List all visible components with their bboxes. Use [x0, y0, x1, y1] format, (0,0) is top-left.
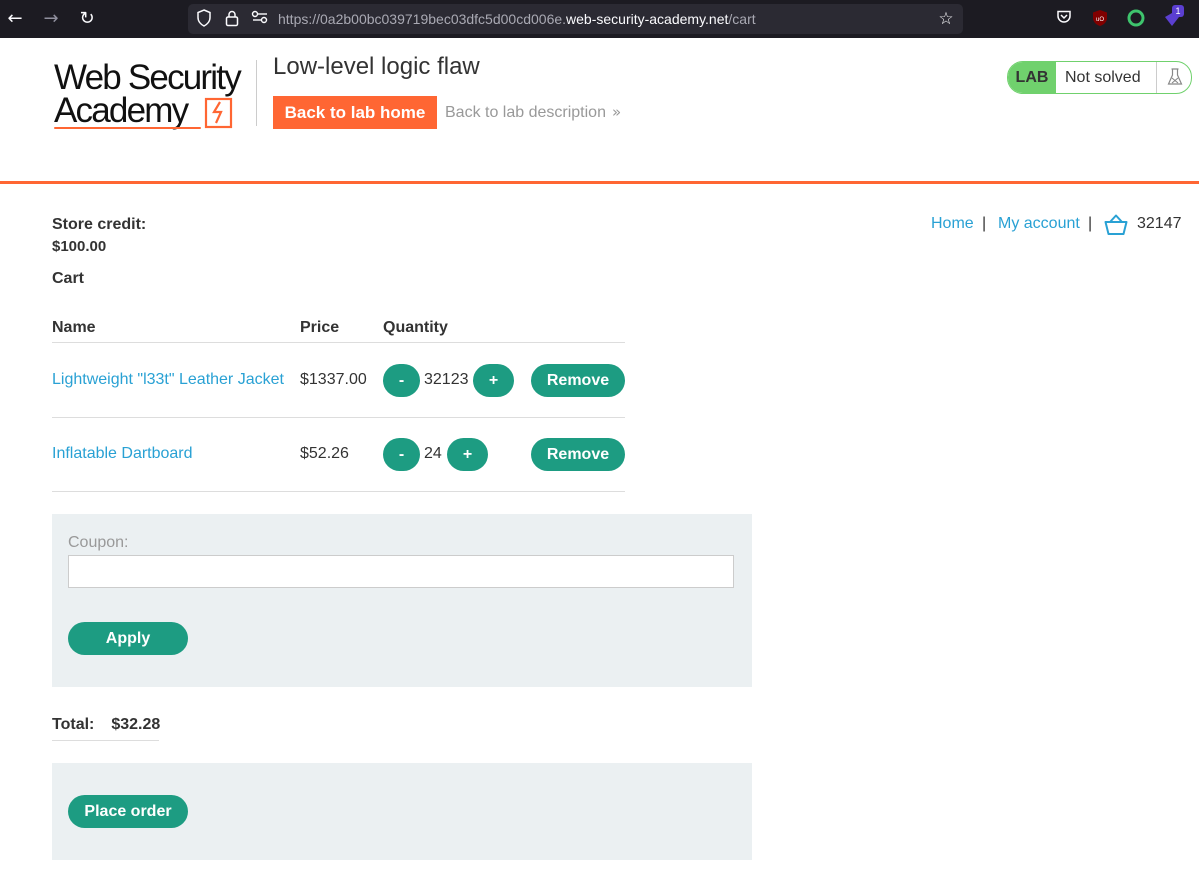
total-value: $32.28 — [111, 716, 161, 733]
apply-coupon-button[interactable]: Apply — [68, 622, 188, 655]
url-path: /cart — [728, 11, 756, 27]
product-price: $1337.00 — [300, 371, 367, 388]
cart-icon[interactable] — [1104, 214, 1128, 236]
lock-icon[interactable] — [222, 9, 242, 29]
nav-separator: | — [1088, 215, 1093, 232]
browser-toolbar: ← → ↻ https://0a2b00bc039719bec03dfc5d00… — [0, 0, 1199, 38]
home-link[interactable]: Home — [931, 215, 974, 233]
my-account-link[interactable]: My account — [998, 215, 1080, 233]
coupon-label: Coupon: — [68, 534, 129, 551]
logo-flame-icon — [204, 97, 233, 129]
table-divider — [52, 417, 625, 418]
extension-puzzle-icon[interactable]: 1 — [1162, 5, 1184, 29]
nav-separator: | — [982, 215, 987, 232]
lab-status-widget: LAB Not solved — [1007, 61, 1192, 94]
product-quantity: 32123 — [424, 371, 469, 388]
academy-logo[interactable]: Web Security Academy — [54, 58, 254, 133]
product-price: $52.26 — [300, 445, 349, 462]
url-domain: web-security-academy.net — [566, 11, 729, 27]
lab-badge: LAB — [1008, 62, 1056, 93]
store-credit-value: $100.00 — [52, 238, 107, 255]
table-header-price: Price — [300, 319, 340, 336]
url-text[interactable]: https://0a2b00bc039719bec03dfc5d00cd006e… — [278, 11, 756, 27]
total-label: Total: — [52, 716, 95, 733]
shield-icon[interactable] — [194, 9, 214, 29]
remove-item-button[interactable]: Remove — [531, 364, 625, 397]
forward-arrow-icon[interactable]: → — [41, 9, 61, 29]
logo-underline — [54, 127, 201, 129]
back-to-lab-home-button[interactable]: Back to lab home — [273, 96, 437, 129]
logo-line2: Academy — [54, 91, 189, 130]
checkout-form: Place order — [52, 763, 752, 860]
decrease-quantity-button[interactable]: - — [383, 364, 420, 397]
svg-text:uO: uO — [1096, 17, 1104, 23]
extension-badge: 1 — [1172, 5, 1184, 17]
url-prefix: https://0a2b00bc039719bec03dfc5d00cd006e… — [278, 11, 567, 27]
flask-icon — [1156, 62, 1191, 93]
remove-item-button[interactable]: Remove — [531, 438, 625, 471]
increase-quantity-button[interactable]: + — [447, 438, 488, 471]
permissions-icon[interactable] — [250, 9, 270, 29]
coupon-input[interactable] — [68, 555, 734, 588]
product-quantity: 24 — [424, 445, 442, 462]
lab-status-text: Not solved — [1065, 69, 1141, 86]
lab-title: Low-level logic flaw — [273, 53, 480, 80]
double-chevron-icon: » — [611, 103, 622, 121]
place-order-button[interactable]: Place order — [68, 795, 188, 828]
back-arrow-icon[interactable]: ← — [5, 9, 25, 29]
header-divider — [256, 60, 257, 126]
decrease-quantity-button[interactable]: - — [383, 438, 420, 471]
total-divider — [52, 740, 159, 741]
star-icon[interactable]: ☆ — [936, 9, 956, 29]
back-to-lab-description-label: Back to lab description — [445, 104, 606, 121]
back-to-lab-description-link[interactable]: Back to lab description » — [445, 103, 621, 122]
table-header-quantity: Quantity — [383, 319, 448, 336]
reload-icon[interactable]: ↻ — [77, 9, 97, 29]
cart-total: Total: $32.28 — [52, 716, 160, 734]
address-bar[interactable]: https://0a2b00bc039719bec03dfc5d00cd006e… — [188, 4, 963, 34]
increase-quantity-button[interactable]: + — [473, 364, 514, 397]
product-name-link[interactable]: Inflatable Dartboard — [52, 445, 193, 463]
ublock-icon[interactable]: uO — [1090, 9, 1110, 29]
table-divider — [52, 342, 625, 343]
product-name-link[interactable]: Lightweight "l33t" Leather Jacket — [52, 371, 284, 389]
pocket-icon[interactable] — [1054, 9, 1074, 29]
table-header-name: Name — [52, 319, 96, 336]
extension-icon[interactable] — [1126, 9, 1146, 29]
coupon-form: Coupon: Apply — [52, 514, 752, 687]
cart-title: Cart — [52, 270, 85, 287]
table-divider — [52, 491, 625, 492]
store-credit-label: Store credit: — [52, 216, 147, 233]
header-accent-line — [0, 181, 1199, 184]
cart-count[interactable]: 32147 — [1137, 215, 1182, 233]
